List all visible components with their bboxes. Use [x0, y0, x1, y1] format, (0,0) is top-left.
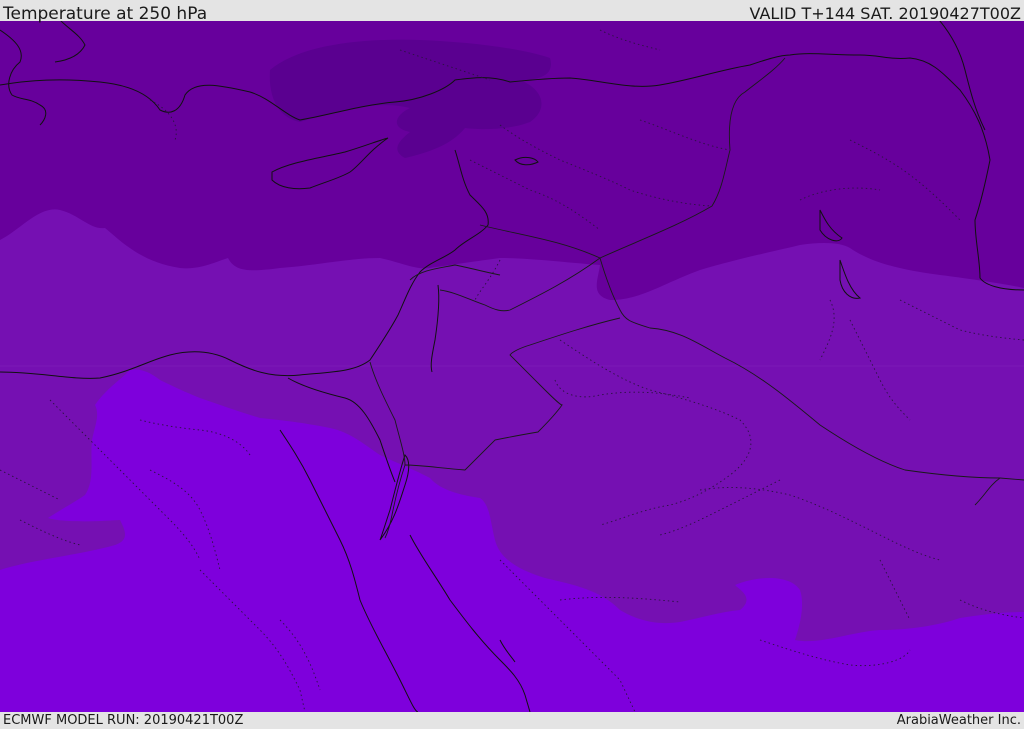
valid-time: VALID T+144 SAT. 20190427T00Z [749, 4, 1021, 23]
weather-map [0, 21, 1024, 712]
credit-label: ArabiaWeather Inc. [896, 713, 1021, 728]
temperature-map-svg [0, 21, 1024, 712]
map-title: Temperature at 250 hPa [3, 4, 208, 24]
map-footer: ECMWF MODEL RUN: 20190421T00Z ArabiaWeat… [0, 712, 1024, 729]
model-run-label: ECMWF MODEL RUN: 20190421T00Z [3, 713, 244, 728]
map-header: Temperature at 250 hPa VALID T+144 SAT. … [0, 0, 1024, 24]
